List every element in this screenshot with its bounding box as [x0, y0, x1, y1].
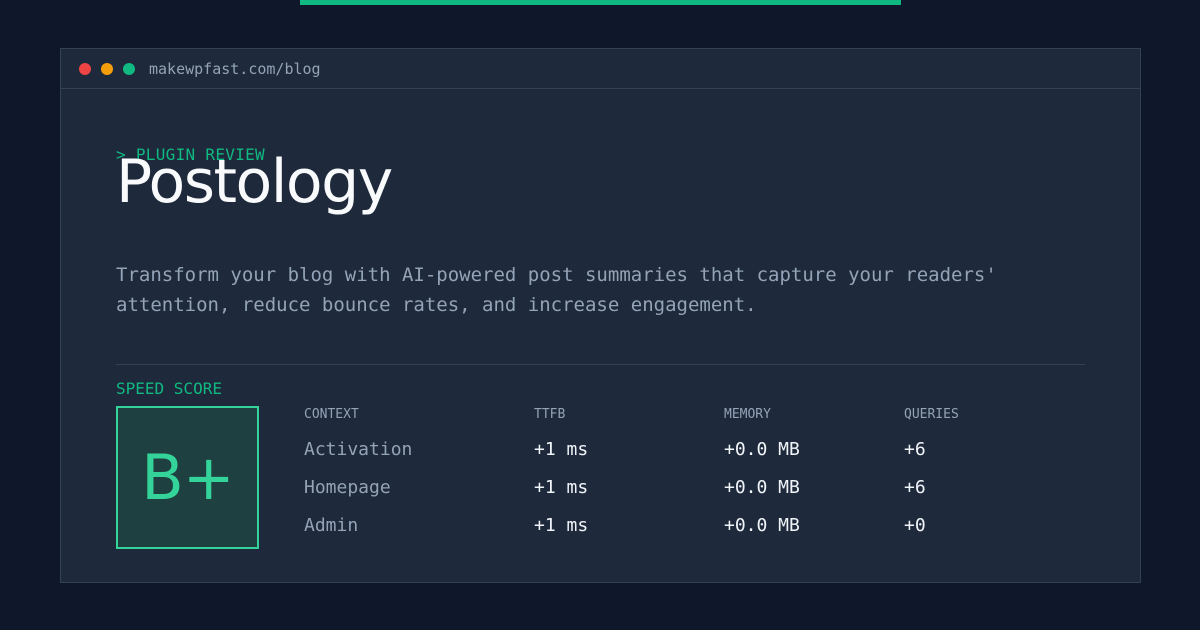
- ttfb-cell: +1 ms: [534, 515, 589, 536]
- post-description: Transform your blog with AI-powered post…: [116, 264, 997, 316]
- context-cell: Activation: [304, 439, 413, 460]
- queries-cell: +0: [904, 515, 926, 536]
- address-url[interactable]: makewpfast.com/blog: [149, 60, 321, 78]
- column-header-ttfb: TTFB: [534, 407, 566, 422]
- context-cell: Admin: [304, 515, 359, 536]
- post-header: > PLUGIN REVIEW Postology Transform your…: [116, 146, 1085, 320]
- column-header-queries: QUERIES: [904, 407, 959, 422]
- page-title: Postology: [116, 147, 393, 217]
- close-window-dot[interactable]: [79, 62, 91, 75]
- speed-score-label: SPEED SCORE: [116, 379, 222, 398]
- top-accent-bar: [300, 0, 901, 5]
- browser-window: makewpfast.com/blog > PLUGIN REVIEW Post…: [60, 48, 1141, 583]
- ttfb-cell: +1 ms: [534, 439, 589, 460]
- maximize-window-dot[interactable]: [123, 62, 135, 75]
- queries-cell: +6: [904, 477, 926, 498]
- ttfb-cell: +1 ms: [534, 477, 589, 498]
- column-header-context: CONTEXT: [304, 407, 359, 422]
- queries-cell: +6: [904, 439, 926, 460]
- column-header-memory: MEMORY: [724, 407, 771, 422]
- memory-cell: +0.0 MB: [724, 439, 800, 460]
- context-cell: Homepage: [304, 477, 391, 498]
- section-divider: [116, 364, 1085, 365]
- speed-grade-badge: B+: [116, 406, 259, 549]
- browser-titlebar: makewpfast.com/blog: [61, 49, 1140, 89]
- speed-grade-value: B+: [141, 441, 234, 514]
- memory-cell: +0.0 MB: [724, 515, 800, 536]
- minimize-window-dot[interactable]: [101, 62, 113, 75]
- memory-cell: +0.0 MB: [724, 477, 800, 498]
